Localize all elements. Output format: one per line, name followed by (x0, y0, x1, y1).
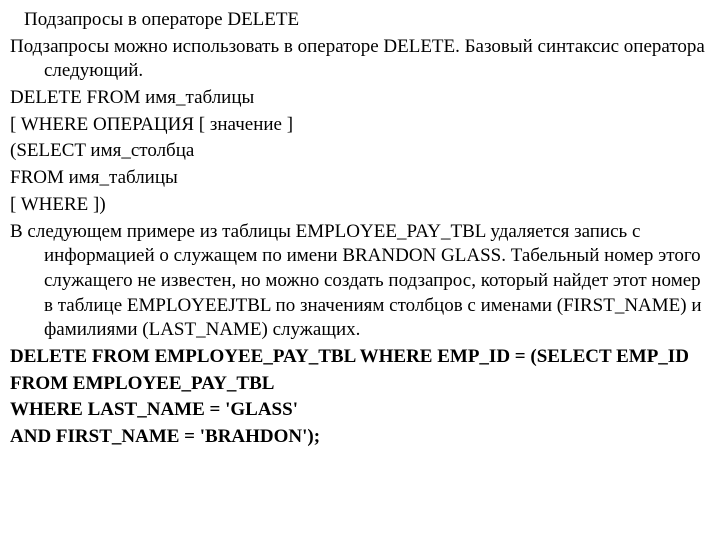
sql-line-1: DELETE FROM EMPLOYEE_PAY_TBL WHERE EMP_I… (10, 345, 710, 370)
paragraph-example: В следующем примере из таблицы EMPLOYEE_… (10, 220, 710, 343)
syntax-line-1: DELETE FROM имя_таблицы (10, 86, 710, 111)
syntax-line-3: (SELECT имя_столбца (10, 139, 710, 164)
syntax-line-4: FROM имя_таблицы (10, 166, 710, 191)
sql-line-2: FROM EMPLOYEE_PAY_TBL (10, 372, 710, 397)
paragraph-intro: Подзапросы можно использовать в оператор… (10, 35, 710, 84)
sql-line-4: AND FIRST_NAME = 'BRAHDON'); (10, 425, 710, 450)
sql-line-3: WHERE LAST_NAME = 'GLASS' (10, 398, 710, 423)
syntax-line-5: [ WHERE ]) (10, 193, 710, 218)
syntax-line-2: [ WHERE ОПЕРАЦИЯ [ значение ] (10, 113, 710, 138)
slide-title: Подзапросы в операторе DELETE (10, 8, 710, 33)
